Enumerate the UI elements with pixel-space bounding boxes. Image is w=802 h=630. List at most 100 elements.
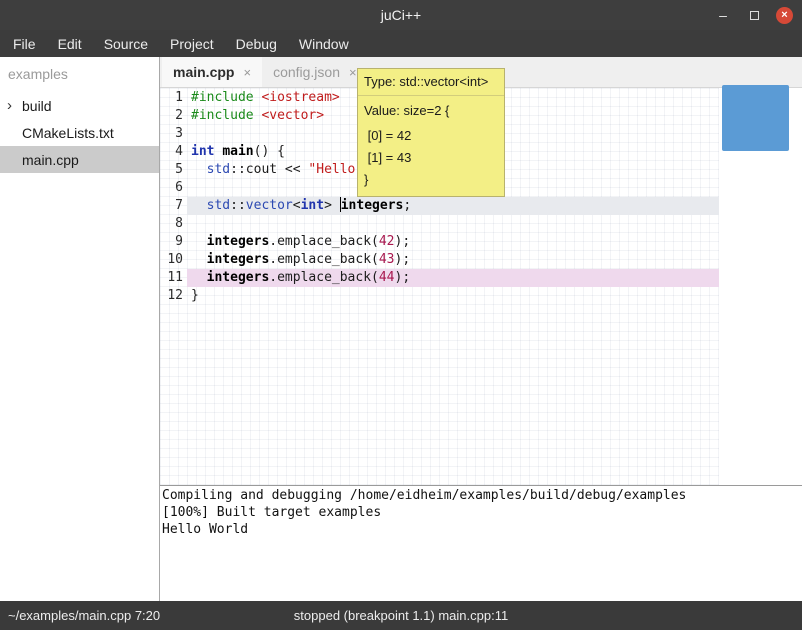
code-token: ; [403,198,411,213]
tab-close-icon[interactable]: × [243,65,251,80]
status-file-position: ~/examples/main.cpp 7:20 [8,608,160,623]
output-line: Hello World [162,521,802,538]
minimize-button[interactable]: – [714,6,732,24]
code-token: int [191,144,214,159]
code-line[interactable]: 7 std::vector<int> integers; [160,197,719,215]
tooltip-value-line: [0] = 42 [364,125,498,147]
code-token [191,234,207,249]
tab-config-json[interactable]: config.json × [262,57,368,87]
line-number: 8 [160,215,187,233]
status-debug-state: stopped (breakpoint 1.1) main.cpp:11 [294,608,508,623]
line-number: 9 [160,233,187,251]
code-token: <vector> [261,108,324,123]
maximize-button[interactable] [745,6,763,24]
maximize-icon [750,11,759,20]
menu-item-debug[interactable]: Debug [225,30,288,57]
tooltip-value-line: Value: size=2 { [364,100,498,122]
code-line[interactable]: 9 integers.emplace_back(42); [160,233,719,251]
code-token: ::cout << [230,162,308,177]
tree-item-label: build [22,98,52,114]
code-text[interactable]: } [187,287,719,305]
code-token: int [301,198,324,213]
close-icon: × [781,10,787,21]
code-token: .emplace_back( [269,234,379,249]
menu-item-edit[interactable]: Edit [47,30,93,57]
tab-label: main.cpp [173,64,234,80]
line-number: 10 [160,251,187,269]
statusbar: ~/examples/main.cpp 7:20 stopped (breakp… [0,601,802,630]
main-content: examples › build CMakeLists.txt main.cpp ma… [0,57,802,601]
tree-item-main-cpp[interactable]: main.cpp [0,146,159,173]
tooltip-type-line: Type: std::vector<int> [358,69,504,96]
titlebar[interactable]: juCi++ – × [0,0,802,30]
code-text[interactable] [187,215,719,233]
code-token: 43 [379,252,395,267]
line-number: 1 [160,89,187,107]
tab-label: config.json [273,64,340,80]
code-token: integers [207,270,270,285]
code-line[interactable]: 11 integers.emplace_back(44); [160,269,719,287]
menubar: FileEditSourceProjectDebugWindow [0,30,802,57]
code-token [191,198,207,213]
line-number: 2 [160,107,187,125]
tab-close-icon[interactable]: × [349,65,357,80]
code-token: 42 [379,234,395,249]
tab-main-cpp[interactable]: main.cpp × [162,57,262,87]
code-token: } [191,288,199,303]
code-line[interactable]: 12} [160,287,719,305]
code-token [191,270,207,285]
code-token: integers [207,234,270,249]
code-text[interactable]: integers.emplace_back(42); [187,233,719,251]
tooltip-value-line: } [364,169,498,191]
sidebar-header: examples [0,57,159,92]
code-token: #include [191,108,254,123]
code-text[interactable]: integers.emplace_back(44); [187,269,719,287]
code-token: ); [395,252,411,267]
code-token: .emplace_back( [269,270,379,285]
window-title: juCi++ [0,7,802,23]
output-panel[interactable]: Compiling and debugging /home/eidheim/ex… [160,485,802,601]
window-controls: – × [714,0,793,30]
line-number: 7 [160,197,187,215]
code-token: () { [254,144,285,159]
chevron-right-icon[interactable]: › [7,98,12,113]
line-number: 3 [160,125,187,143]
scrollbar-overview-thumb[interactable] [722,85,789,151]
file-tree: › build CMakeLists.txt main.cpp [0,92,159,173]
output-line: Compiling and debugging /home/eidheim/ex… [162,487,802,504]
code-text[interactable]: std::vector<int> integers; [187,197,719,215]
line-number: 4 [160,143,187,161]
code-token [191,252,207,267]
code-line[interactable]: 10 integers.emplace_back(43); [160,251,719,269]
code-token: #include [191,90,254,105]
tooltip-value-block: Value: size=2 { [0] = 42 [1] = 43 } [358,96,504,196]
menu-item-source[interactable]: Source [93,30,159,57]
code-token: <iostream> [261,90,339,105]
tree-item-label: CMakeLists.txt [22,125,114,141]
code-token: ); [395,234,411,249]
code-token: std [207,162,230,177]
tree-item-label: main.cpp [22,152,79,168]
output-line: [100%] Built target examples [162,504,802,521]
code-token: :: [230,198,246,213]
code-token: integers [207,252,270,267]
menu-item-file[interactable]: File [2,30,47,57]
code-token: vector [246,198,293,213]
close-button[interactable]: × [776,7,793,24]
code-token: < [293,198,301,213]
code-line[interactable]: 8 [160,215,719,233]
menu-item-project[interactable]: Project [159,30,225,57]
code-token [191,162,207,177]
code-text[interactable]: integers.emplace_back(43); [187,251,719,269]
tree-item-build[interactable]: › build [0,92,159,119]
editor-pane: main.cpp × config.json × 1 #include <iostrea… [160,57,802,601]
app-window: juCi++ – × FileEditSourceProjectDebugWin… [0,0,802,630]
code-token: main [222,144,253,159]
menu-item-window[interactable]: Window [288,30,360,57]
line-number: 11 [160,269,187,287]
code-token: std [207,198,230,213]
debug-tooltip: Type: std::vector<int> Value: size=2 { [… [357,68,505,197]
tree-item-cmakelists-txt[interactable]: CMakeLists.txt [0,119,159,146]
code-token: 44 [379,270,395,285]
code-token: ); [395,270,411,285]
